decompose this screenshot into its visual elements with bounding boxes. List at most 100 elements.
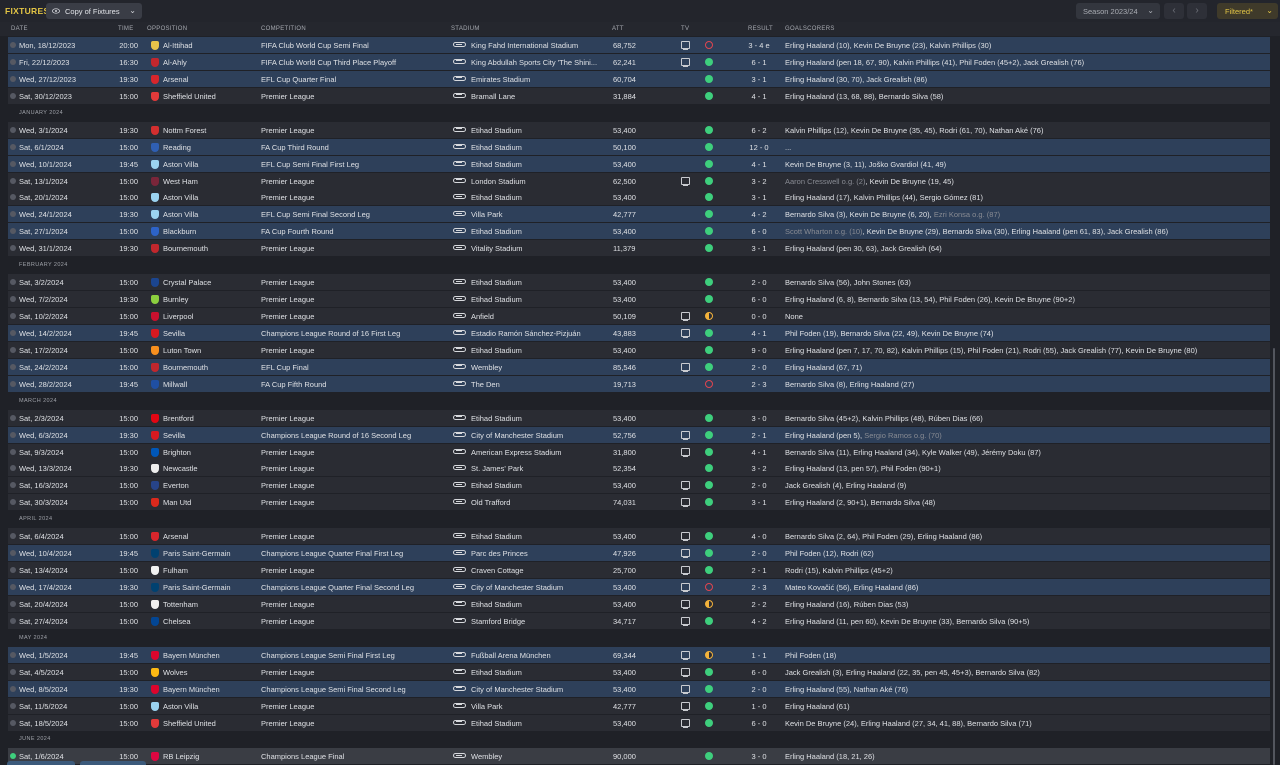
competition-link[interactable]: Premier League — [261, 92, 446, 101]
stadium-name[interactable]: Vitality Stadium — [471, 244, 611, 253]
result-score[interactable]: 12 - 0 — [740, 143, 778, 152]
result-score[interactable]: 9 - 0 — [740, 346, 778, 355]
opposition-link[interactable]: Bournemouth — [163, 363, 258, 372]
fixture-row[interactable]: Sat, 10/2/2024 15:00 Liverpool Premier Leag… — [8, 308, 1270, 324]
competition-link[interactable]: FA Cup Fourth Round — [261, 227, 446, 236]
column-opposition[interactable]: OPPOSITION — [147, 26, 187, 32]
opposition-link[interactable]: Crystal Palace — [163, 278, 258, 287]
stadium-name[interactable]: Etihad Stadium — [471, 193, 611, 202]
result-score[interactable]: 2 - 0 — [740, 363, 778, 372]
opposition-link[interactable]: Tottenham — [163, 600, 258, 609]
opposition-link[interactable]: Chelsea — [163, 617, 258, 626]
opposition-link[interactable]: Arsenal — [163, 75, 258, 84]
result-score[interactable]: 0 - 0 — [740, 312, 778, 321]
stadium-name[interactable]: American Express Stadium — [471, 448, 611, 457]
fixture-row[interactable]: Sat, 17/2/2024 15:00 Luton Town Premier Lea… — [8, 341, 1270, 358]
competition-link[interactable]: Premier League — [261, 448, 446, 457]
result-score[interactable]: 3 - 4 e — [740, 41, 778, 50]
fixture-row[interactable]: Wed, 28/2/2024 19:45 Millwall FA Cup Fifth … — [8, 375, 1270, 392]
opposition-link[interactable]: Sevilla — [163, 329, 258, 338]
competition-link[interactable]: Premier League — [261, 312, 446, 321]
stadium-name[interactable]: Parc des Princes — [471, 549, 611, 558]
competition-link[interactable]: EFL Cup Final — [261, 363, 446, 372]
opposition-link[interactable]: Aston Villa — [163, 210, 258, 219]
competition-link[interactable]: Premier League — [261, 193, 446, 202]
stadium-name[interactable]: Etihad Stadium — [471, 160, 611, 169]
competition-link[interactable]: Premier League — [261, 346, 446, 355]
fixture-row[interactable]: Wed, 1/5/2024 19:45 Bayern München Champion… — [8, 646, 1270, 663]
competition-link[interactable]: EFL Cup Semi Final First Leg — [261, 160, 446, 169]
stadium-name[interactable]: Villa Park — [471, 702, 611, 711]
fixture-row[interactable]: Sat, 18/5/2024 15:00 Sheffield United Premi… — [8, 714, 1270, 731]
result-score[interactable]: 3 - 2 — [740, 177, 778, 186]
result-score[interactable]: 3 - 0 — [740, 414, 778, 423]
competition-link[interactable]: EFL Cup Semi Final Second Leg — [261, 210, 446, 219]
fixture-row[interactable]: Fri, 22/12/2023 16:30 Al-Ahly FIFA Club Wor… — [8, 53, 1270, 70]
opposition-link[interactable]: Sheffield United — [163, 719, 258, 728]
stadium-name[interactable]: Emirates Stadium — [471, 75, 611, 84]
competition-link[interactable]: Premier League — [261, 702, 446, 711]
opposition-link[interactable]: Nottm Forest — [163, 126, 258, 135]
fixture-row[interactable]: Sat, 24/2/2024 15:00 Bournemouth EFL Cup Fi… — [8, 358, 1270, 375]
competition-link[interactable]: Premier League — [261, 617, 446, 626]
fixture-row[interactable]: Wed, 3/1/2024 19:30 Nottm Forest Premier Le… — [8, 121, 1270, 138]
opposition-link[interactable]: Millwall — [163, 380, 258, 389]
stadium-name[interactable]: King Abdullah Sports City 'The Shini... — [471, 58, 611, 67]
stadium-name[interactable]: The Den — [471, 380, 611, 389]
opposition-link[interactable]: Sevilla — [163, 431, 258, 440]
opposition-link[interactable]: Aston Villa — [163, 193, 258, 202]
competition-link[interactable]: Premier League — [261, 719, 446, 728]
result-score[interactable]: 2 - 1 — [740, 431, 778, 440]
opposition-link[interactable]: Al-Ahly — [163, 58, 258, 67]
stadium-name[interactable]: Villa Park — [471, 210, 611, 219]
stadium-name[interactable]: Etihad Stadium — [471, 532, 611, 541]
result-score[interactable]: 4 - 1 — [740, 160, 778, 169]
result-score[interactable]: 2 - 3 — [740, 380, 778, 389]
fixture-row[interactable]: Sat, 4/5/2024 15:00 Wolves Premier League Et… — [8, 663, 1270, 680]
filter-button[interactable]: Filtered* ⌄ — [1217, 3, 1278, 19]
fixture-row[interactable]: Sat, 13/1/2024 15:00 West Ham Premier Leagu… — [8, 172, 1270, 189]
competition-link[interactable]: Premier League — [261, 668, 446, 677]
result-score[interactable]: 1 - 0 — [740, 702, 778, 711]
column-time[interactable]: TIME — [118, 26, 134, 32]
competition-link[interactable]: Champions League Quarter Final Second Le… — [261, 583, 446, 592]
stadium-name[interactable]: Craven Cottage — [471, 566, 611, 575]
column-date[interactable]: DATE — [11, 26, 28, 32]
opposition-link[interactable]: Aston Villa — [163, 702, 258, 711]
opposition-link[interactable]: West Ham — [163, 177, 258, 186]
result-score[interactable]: 6 - 0 — [740, 295, 778, 304]
fixture-row[interactable]: Wed, 31/1/2024 19:30 Bournemouth Premier Le… — [8, 240, 1270, 257]
result-score[interactable]: 6 - 0 — [740, 719, 778, 728]
competition-link[interactable]: Champions League Semi Final First Leg — [261, 651, 446, 660]
stadium-name[interactable]: Estadio Ramón Sánchez-Pizjuán — [471, 329, 611, 338]
result-score[interactable]: 4 - 1 — [740, 92, 778, 101]
fixture-row[interactable]: Sat, 6/1/2024 15:00 Reading FA Cup Third Ro… — [8, 138, 1270, 155]
stadium-name[interactable]: Old Trafford — [471, 498, 611, 507]
season-selector[interactable]: Season 2023/24 ⌄ — [1076, 3, 1160, 19]
result-score[interactable]: 6 - 0 — [740, 227, 778, 236]
opposition-link[interactable]: Blackburn — [163, 227, 258, 236]
opposition-link[interactable]: Bayern München — [163, 651, 258, 660]
opposition-link[interactable]: Aston Villa — [163, 160, 258, 169]
competition-link[interactable]: FIFA Club World Cup Third Place Playoff — [261, 58, 446, 67]
scrollbar[interactable] — [1273, 348, 1275, 765]
opposition-link[interactable]: Wolves — [163, 668, 258, 677]
competition-link[interactable]: Premier League — [261, 244, 446, 253]
result-score[interactable]: 6 - 1 — [740, 58, 778, 67]
fixture-row[interactable]: Sat, 6/4/2024 15:00 Arsenal Premier League E… — [8, 528, 1270, 545]
competition-link[interactable]: Premier League — [261, 464, 446, 473]
competition-link[interactable]: Premier League — [261, 414, 446, 423]
stadium-name[interactable]: Etihad Stadium — [471, 719, 611, 728]
fixture-row[interactable]: Sat, 2/3/2024 15:00 Brentford Premier Leagu… — [8, 409, 1270, 426]
column-tv[interactable]: TV — [681, 26, 689, 32]
stadium-name[interactable]: Etihad Stadium — [471, 295, 611, 304]
result-score[interactable]: 3 - 1 — [740, 498, 778, 507]
fixture-row[interactable]: Wed, 17/4/2024 19:30 Paris Saint-Germain Ch… — [8, 579, 1270, 595]
competition-link[interactable]: Premier League — [261, 600, 446, 609]
fixture-row[interactable]: Sat, 3/2/2024 15:00 Crystal Palace Premier … — [8, 274, 1270, 291]
stadium-name[interactable]: City of Manchester Stadium — [471, 583, 611, 592]
stadium-name[interactable]: Etihad Stadium — [471, 600, 611, 609]
opposition-link[interactable]: Reading — [163, 143, 258, 152]
opposition-link[interactable]: Luton Town — [163, 346, 258, 355]
competition-link[interactable]: Champions League Semi Final Second Leg — [261, 685, 446, 694]
